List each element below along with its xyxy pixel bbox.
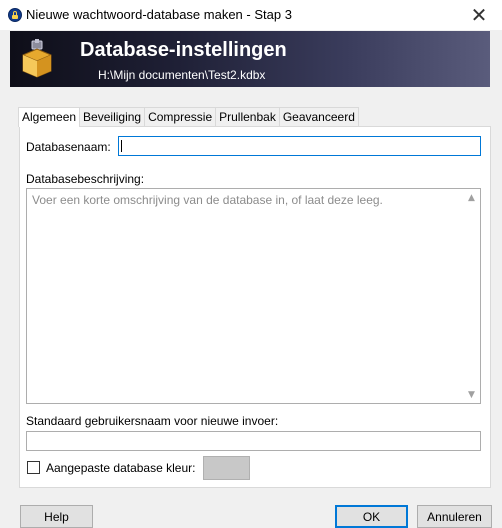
custom-color-button[interactable] [203, 456, 250, 480]
database-description-textarea[interactable]: Voer een korte omschrijving van de datab… [26, 188, 481, 404]
scroll-down-icon[interactable]: ▼ [463, 386, 480, 403]
description-placeholder: Voer een korte omschrijving van de datab… [32, 193, 383, 207]
custom-color-label: Aangepaste database kleur: [46, 461, 196, 475]
keepass-lock-icon [8, 8, 22, 22]
description-scrollbar[interactable]: ▲ ▼ [463, 189, 480, 403]
database-name-input[interactable] [118, 136, 481, 156]
scroll-up-icon[interactable]: ▲ [463, 189, 480, 206]
tab-general[interactable]: Algemeen [18, 107, 81, 127]
tab-bar: Algemeen Beveiliging Compressie Prullenb… [18, 107, 359, 127]
database-description-label: Databasebeschrijving: [26, 172, 145, 186]
close-icon: ✕ [470, 3, 488, 27]
text-caret [121, 140, 122, 152]
database-name-label: Databasenaam: [26, 140, 111, 154]
banner-title: Database-instellingen [80, 39, 287, 61]
help-button[interactable]: Help [20, 505, 93, 528]
close-button[interactable]: ✕ [456, 0, 502, 30]
tab-advanced[interactable]: Geavanceerd [278, 107, 359, 126]
tab-compression[interactable]: Compressie [144, 107, 217, 126]
ok-button[interactable]: OK [335, 505, 408, 528]
header-banner: Database-instellingen H:\Mijn documenten… [10, 31, 490, 87]
custom-color-checkbox[interactable] [27, 461, 40, 474]
cancel-button[interactable]: Annuleren [417, 505, 492, 528]
title-bar: Nieuwe wachtwoord-database maken - Stap … [0, 0, 502, 30]
tab-security[interactable]: Beveiliging [79, 107, 146, 126]
default-username-input[interactable] [26, 431, 481, 451]
default-username-label: Standaard gebruikersnaam voor nieuwe inv… [26, 414, 279, 428]
database-settings-icon [22, 39, 52, 78]
tab-recycle-bin[interactable]: Prullenbak [215, 107, 280, 126]
database-path: H:\Mijn documenten\Test2.kdbx [98, 68, 266, 82]
window-title: Nieuwe wachtwoord-database maken - Stap … [26, 7, 292, 22]
